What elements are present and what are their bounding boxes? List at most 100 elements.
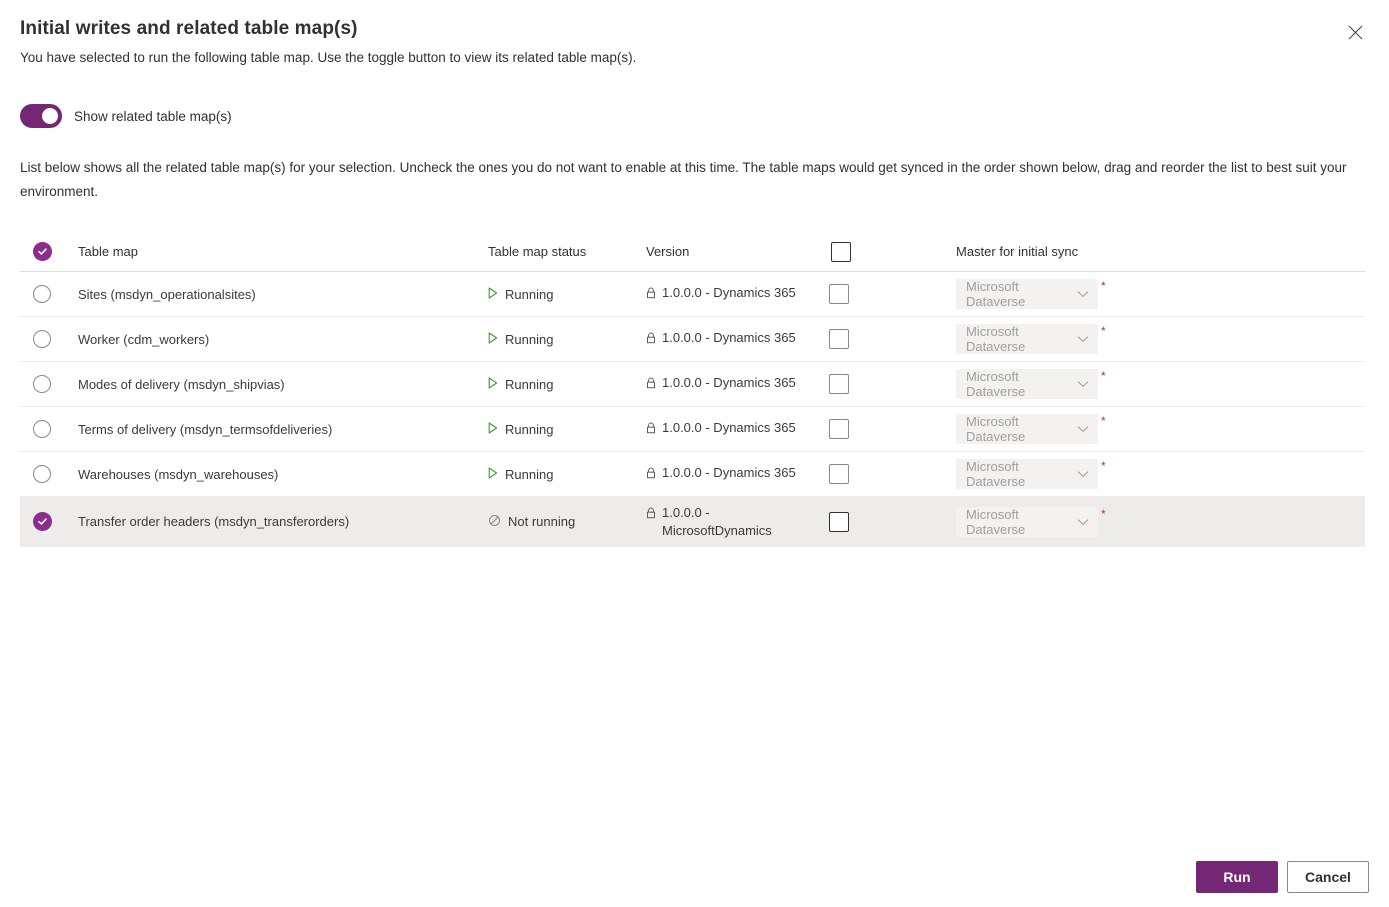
list-description: List below shows all the related table m… — [20, 160, 1347, 199]
row-initial-sync-checkbox[interactable] — [829, 329, 849, 349]
lock-icon — [646, 506, 656, 524]
master-for-initial-sync-dropdown[interactable]: Microsoft Dataverse — [956, 279, 1098, 309]
table-row[interactable]: Modes of delivery (msdyn_shipvias) Runni… — [20, 362, 1365, 407]
row-version-label: 1.0.0.0 - Dynamics 365 — [662, 285, 796, 300]
row-status-label: Running — [505, 466, 554, 482]
play-icon — [488, 286, 498, 302]
cancel-button[interactable]: Cancel — [1287, 861, 1369, 893]
chevron-down-icon — [1077, 290, 1089, 298]
row-version-label: 1.0.0.0 - Dynamics 365 — [662, 375, 796, 390]
row-master-cell: Microsoft Dataverse * — [956, 506, 1365, 537]
row-initial-sync-cell — [826, 511, 956, 532]
row-select-cell — [20, 512, 64, 531]
master-for-initial-sync-dropdown[interactable]: Microsoft Dataverse — [956, 506, 1098, 537]
close-button[interactable] — [1339, 16, 1371, 48]
row-version: 1.0.0.0 - MicrosoftDynamics — [646, 504, 826, 540]
row-table-map-name: Warehouses (msdyn_warehouses) — [78, 466, 279, 482]
show-related-toggle-row: Show related table map(s) — [20, 104, 232, 128]
row-version-label: 1.0.0.0 - Dynamics 365 — [662, 420, 796, 435]
table-row[interactable]: Terms of delivery (msdyn_termsofdeliveri… — [20, 407, 1365, 452]
dialog-subtitle: You have selected to run the following t… — [20, 50, 637, 65]
row-version: 1.0.0.0 - Dynamics 365 — [646, 419, 826, 439]
required-asterisk: * — [1101, 414, 1106, 428]
row-table-map-name: Terms of delivery (msdyn_termsofdeliveri… — [78, 421, 333, 437]
row-select-checkbox[interactable] — [33, 512, 52, 531]
header-table-map: Table map — [78, 244, 138, 259]
row-version: 1.0.0.0 - Dynamics 365 — [646, 374, 826, 394]
row-initial-sync-cell — [826, 284, 956, 304]
row-select-circle[interactable] — [33, 420, 51, 438]
lock-icon — [646, 331, 656, 349]
chevron-down-icon — [1077, 380, 1089, 388]
row-select-circle[interactable] — [33, 285, 51, 303]
row-initial-sync-cell — [826, 464, 956, 484]
row-master-cell: Microsoft Dataverse * — [956, 369, 1365, 399]
row-initial-sync-cell — [826, 329, 956, 349]
row-status-label: Running — [505, 286, 554, 302]
page-title: Initial writes and related table map(s) — [20, 18, 358, 39]
row-status: Running — [488, 287, 646, 302]
toggle-knob — [42, 108, 58, 124]
master-dropdown-value: Microsoft Dataverse — [966, 279, 1026, 309]
row-version: 1.0.0.0 - Dynamics 365 — [646, 464, 826, 484]
row-table-map-name: Modes of delivery (msdyn_shipvias) — [78, 376, 285, 392]
row-master-cell: Microsoft Dataverse * — [956, 459, 1365, 489]
required-asterisk: * — [1101, 459, 1106, 473]
initial-writes-dialog: Initial writes and related table map(s) … — [0, 0, 1389, 907]
row-status-label: Running — [505, 376, 554, 392]
play-icon — [488, 466, 498, 482]
master-for-initial-sync-dropdown[interactable]: Microsoft Dataverse — [956, 324, 1098, 354]
header-initial-sync-checkbox[interactable] — [831, 241, 851, 262]
row-select-circle[interactable] — [33, 375, 51, 393]
row-initial-sync-checkbox[interactable] — [829, 284, 849, 304]
row-table-map-name: Sites (msdyn_operationalsites) — [78, 286, 256, 302]
play-icon — [488, 421, 498, 437]
header-table-map-status: Table map status — [488, 244, 587, 259]
row-table-map-name: Transfer order headers (msdyn_transferor… — [78, 514, 350, 529]
table-row[interactable]: Sites (msdyn_operationalsites) Running 1… — [20, 272, 1365, 317]
row-status: Not running — [488, 514, 646, 530]
row-table-map-name: Worker (cdm_workers) — [78, 331, 210, 347]
table-maps-table: Table map Table map status Version Maste… — [20, 232, 1365, 547]
required-asterisk: * — [1101, 279, 1106, 293]
row-initial-sync-cell — [826, 419, 956, 439]
lock-icon — [646, 466, 656, 484]
lock-icon — [646, 421, 656, 439]
table-row[interactable]: Warehouses (msdyn_warehouses) Running 1.… — [20, 452, 1365, 497]
row-select-circle[interactable] — [33, 330, 51, 348]
table-row[interactable]: Worker (cdm_workers) Running 1.0.0.0 - D… — [20, 317, 1365, 362]
master-dropdown-value: Microsoft Dataverse — [966, 324, 1026, 354]
row-initial-sync-cell — [826, 374, 956, 394]
row-status-label: Running — [505, 331, 554, 347]
master-dropdown-value: Microsoft Dataverse — [966, 369, 1026, 399]
play-icon — [488, 331, 498, 347]
row-version-label: 1.0.0.0 - Dynamics 365 — [662, 330, 796, 345]
row-version-label: 1.0.0.0 - Dynamics 365 — [662, 465, 796, 480]
run-button[interactable]: Run — [1196, 861, 1278, 893]
select-all-checkbox[interactable] — [33, 242, 52, 261]
row-version: 1.0.0.0 - Dynamics 365 — [646, 329, 826, 349]
master-for-initial-sync-dropdown[interactable]: Microsoft Dataverse — [956, 414, 1098, 444]
row-select-cell — [20, 420, 64, 438]
master-for-initial-sync-dropdown[interactable]: Microsoft Dataverse — [956, 369, 1098, 399]
row-select-cell — [20, 465, 64, 483]
row-select-circle[interactable] — [33, 465, 51, 483]
row-status: Running — [488, 377, 646, 392]
not-running-icon — [488, 514, 501, 530]
row-initial-sync-checkbox[interactable] — [829, 374, 849, 394]
dialog-header: Initial writes and related table map(s) … — [0, 0, 1389, 68]
row-status: Running — [488, 332, 646, 347]
row-initial-sync-checkbox[interactable] — [829, 464, 849, 484]
header-version: Version — [646, 243, 690, 259]
show-related-table-maps-toggle[interactable] — [20, 104, 62, 128]
row-select-cell — [20, 375, 64, 393]
row-version-label: 1.0.0.0 - MicrosoftDynamics — [662, 504, 772, 538]
table-row[interactable]: Transfer order headers (msdyn_transferor… — [20, 497, 1365, 547]
row-status: Running — [488, 467, 646, 482]
row-master-cell: Microsoft Dataverse * — [956, 414, 1365, 444]
dialog-footer: Run Cancel — [1196, 861, 1369, 893]
row-initial-sync-checkbox[interactable] — [829, 511, 849, 532]
master-for-initial-sync-dropdown[interactable]: Microsoft Dataverse — [956, 459, 1098, 489]
master-dropdown-value: Microsoft Dataverse — [966, 506, 1026, 537]
row-initial-sync-checkbox[interactable] — [829, 419, 849, 439]
